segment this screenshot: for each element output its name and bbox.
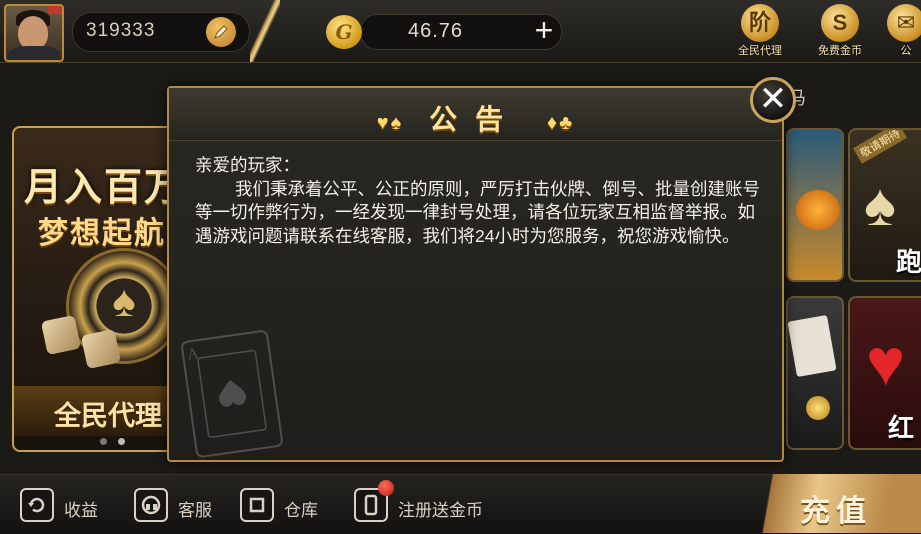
promo-banner[interactable]: 月入百万 梦想起航 ♠ 全民代理 <box>12 126 176 452</box>
notice-greeting: 亲爱的玩家： <box>195 155 300 175</box>
suits-left-icon: ♥♠ <box>376 112 404 134</box>
card-rank: A <box>186 345 200 364</box>
gold-coin-icon: G <box>326 15 362 49</box>
pencil-icon <box>214 25 228 39</box>
dialog-header: ♥♠ 公告 ♦♣ <box>169 88 782 141</box>
mail-icon: ✉ <box>887 4 921 42</box>
avatar[interactable] <box>4 4 64 62</box>
game-tile-run[interactable]: 敬请期待 ♠ 跑 <box>848 128 921 282</box>
playing-card-icon: A <box>181 330 283 458</box>
banner-footer-text: 全民代理 <box>54 401 162 431</box>
vip-tag <box>48 6 62 14</box>
add-coins-button[interactable]: + <box>528 14 560 46</box>
game-tile-fish[interactable] <box>786 128 844 282</box>
fish-image <box>796 190 840 230</box>
recharge-button[interactable]: 充值 <box>746 474 921 533</box>
register-bonus-label: 注册送金币 <box>398 501 483 520</box>
agent-icon: 阶 <box>741 4 779 42</box>
mail-button[interactable]: ✉ 公 <box>886 4 921 60</box>
tile-label-red: 红 <box>888 413 915 443</box>
run-fast-logo: ♠ <box>864 171 896 238</box>
banner-subtitle: 梦想起航 <box>38 217 166 250</box>
agent-label: 全民代理 <box>738 45 782 57</box>
customer-service-label: 客服 <box>178 501 212 520</box>
banner-footer: 全民代理 <box>14 386 174 436</box>
refresh-icon <box>20 488 54 522</box>
user-id: 319333 <box>86 20 156 41</box>
carousel-dot[interactable] <box>100 438 107 445</box>
playing-card-image <box>788 314 837 378</box>
edit-profile-button[interactable] <box>206 17 236 47</box>
suits-right-icon: ♦♣ <box>546 112 575 134</box>
dialog-title: 公告 <box>429 104 522 135</box>
headset-icon <box>134 488 168 522</box>
recharge-label: 充值 <box>800 495 872 528</box>
tile-label-run: 跑 <box>896 247 921 277</box>
free-coins-icon: S <box>821 4 859 42</box>
earnings-label: 收益 <box>64 501 98 520</box>
dice-image <box>40 314 82 356</box>
coin-image <box>806 396 830 420</box>
notice-text: 我们秉承着公平、公正的原则，严厉打击伙牌、倒号、批量创建账号等一切作弊行为，一经… <box>195 178 760 246</box>
dice-image <box>80 328 122 370</box>
warehouse-label: 仓库 <box>284 501 318 520</box>
agent-button[interactable]: 阶 全民代理 <box>728 4 792 60</box>
notice-dialog: ♥♠ 公告 ♦♣ 亲爱的玩家： 我们秉承着公平、公正的原则，严厉打击伙牌、倒号、… <box>167 86 784 462</box>
coming-soon-badge: 敬请期待 <box>852 130 908 164</box>
carousel-dot-active[interactable] <box>118 438 125 445</box>
game-tile-cards[interactable] <box>786 296 844 450</box>
free-coins-button[interactable]: S 免费金币 <box>808 4 872 60</box>
coin-balance: 46.76 <box>408 20 464 42</box>
dialog-title-row: ♥♠ 公告 ♦♣ <box>169 98 782 138</box>
notification-dot <box>378 480 394 496</box>
decorative-divider <box>250 0 280 62</box>
game-tile-red[interactable]: ♥ 红 <box>848 296 921 450</box>
close-button[interactable]: ✕ <box>750 77 796 123</box>
free-coins-label: 免费金币 <box>818 45 862 57</box>
mail-label: 公 <box>900 45 912 57</box>
warehouse-icon <box>240 488 274 522</box>
banner-title: 月入百万 <box>24 167 176 209</box>
heart-icon: ♥ <box>866 325 906 399</box>
notice-body: 亲爱的玩家： 我们秉承着公平、公正的原则，严厉打击伙牌、倒号、批量创建账号等一切… <box>195 154 761 248</box>
